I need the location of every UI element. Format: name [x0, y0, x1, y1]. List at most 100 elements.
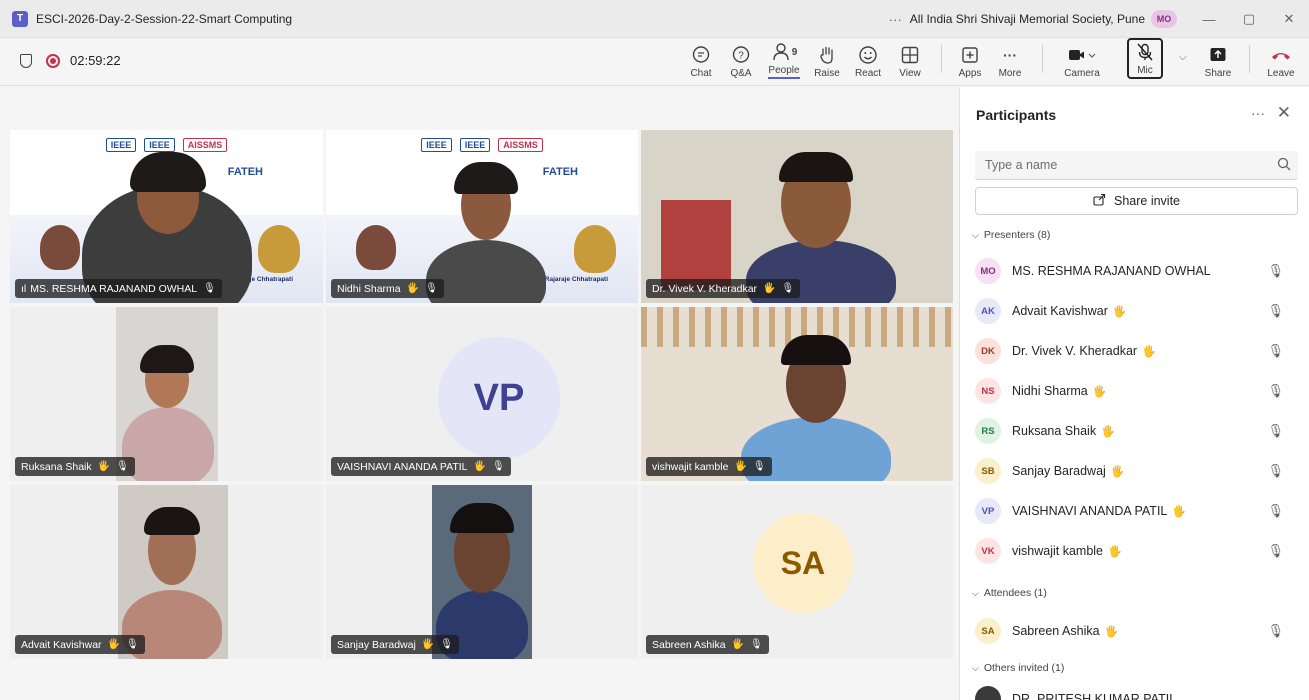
participant-row[interactable]: MO MS. RESHMA RAJANAND OWHAL 🎙	[960, 253, 1309, 289]
share-invite-button[interactable]: Share invite	[975, 187, 1298, 215]
presenters-group-label: Presenters (8)	[983, 229, 1051, 241]
view-icon	[900, 43, 920, 67]
title-bar-right: ··· All India Shri Shivaji Memorial Soci…	[889, 0, 1309, 38]
participant-name: MS. RESHMA RAJANAND OWHAL	[1012, 264, 1211, 278]
participant-row[interactable]: RS Ruksana Shaik 🖐 🎙	[960, 413, 1309, 449]
speaker-right-caption: Rajaraje Chhatrapati	[544, 276, 608, 283]
org-more-icon[interactable]: ···	[889, 12, 902, 27]
avatar: SA	[975, 618, 1001, 644]
participant-name-text: MS. RESHMA RAJANAND OWHAL	[1012, 264, 1211, 278]
tile-name-label: vishwajit kamble 🖐 🎙	[646, 457, 772, 476]
recording-icon	[46, 54, 60, 68]
view-button[interactable]: View	[890, 43, 930, 79]
video-tile[interactable]: SA Sabreen Ashika 🖐 🎙	[641, 485, 953, 659]
video-tile[interactable]: Ruksana Shaik 🖐 🎙	[10, 307, 323, 481]
participant-row[interactable]: SA Sabreen Ashika 🖐 🎙	[960, 613, 1309, 649]
tile-name: VAISHNAVI ANANDA PATIL	[337, 460, 468, 473]
participant-name-text: Sanjay Baradwaj	[1012, 464, 1106, 478]
presenters-group-header[interactable]: ⌵ Presenters (8)	[972, 229, 1050, 241]
search-icon[interactable]	[1277, 157, 1291, 174]
leave-icon	[1270, 43, 1292, 67]
others-invited-group-label: Others invited (1)	[983, 662, 1065, 674]
participant-name: Sanjay Baradwaj 🖐	[1012, 464, 1125, 478]
minimize-button[interactable]: —	[1189, 12, 1229, 27]
participant-name: Advait Kavishwar 🖐	[1012, 304, 1127, 318]
panel-more-icon[interactable]: ···	[1251, 105, 1265, 121]
tile-name-label: Nidhi Sharma 🖐 🎙	[331, 279, 444, 298]
others-invited-group-header[interactable]: ⌵ Others invited (1)	[972, 662, 1064, 674]
video-tile[interactable]: Advait Kavishwar 🖐 🎙	[10, 485, 323, 659]
attendees-group-label: Attendees (1)	[983, 587, 1047, 599]
react-icon	[858, 43, 878, 67]
participants-title: Participants	[976, 107, 1057, 123]
shield-icon	[20, 54, 32, 68]
raise-hand-button[interactable]: Raise	[808, 43, 846, 79]
restore-button[interactable]: ▢	[1229, 11, 1269, 27]
video-tile[interactable]: Dr. Vivek V. Kheradkar 🖐 🎙	[641, 130, 953, 303]
tile-name-label: Sabreen Ashika 🖐 🎙	[646, 635, 769, 654]
svg-text:?: ?	[738, 51, 744, 62]
chat-button[interactable]: Chat	[682, 43, 720, 79]
video-tile[interactable]: vishwajit kamble 🖐 🎙	[641, 307, 953, 481]
video-tile[interactable]: Sanjay Baradwaj 🖐 🎙	[326, 485, 638, 659]
toolbar-buttons: Chat ? Q&A 9 People Raise React View App…	[681, 38, 1309, 86]
panel-close-icon[interactable]: ✕	[1277, 103, 1291, 123]
raise-hand-icon: 🖐	[1112, 306, 1127, 318]
participant-row[interactable]: VP VAISHNAVI ANANDA PATIL 🖐 🎙	[960, 493, 1309, 529]
participant-name: Nidhi Sharma 🖐	[1012, 384, 1106, 398]
tile-name: Nidhi Sharma	[337, 282, 401, 295]
participant-row[interactable]: NS Nidhi Sharma 🖐 🎙	[960, 373, 1309, 409]
leave-button[interactable]: Leave	[1261, 43, 1301, 79]
mic-off-icon: 🎙	[1267, 463, 1284, 478]
qa-button[interactable]: ? Q&A	[722, 43, 760, 79]
speaker-photo-right	[258, 225, 300, 273]
mic-off-icon: 🎙	[1267, 303, 1284, 318]
people-button[interactable]: 9 People	[762, 40, 806, 79]
mic-off-icon: 🎙	[1267, 423, 1284, 438]
more-button[interactable]: ··· More	[989, 43, 1031, 79]
apps-icon	[960, 43, 980, 67]
mic-options-chevron-icon[interactable]: ⌵	[1179, 52, 1197, 63]
mic-off-icon: 🎙	[1267, 543, 1284, 558]
react-button[interactable]: React	[848, 43, 888, 79]
tile-name: Sabreen Ashika	[652, 638, 726, 651]
mic-off-icon: 🎙	[440, 639, 453, 650]
org-name[interactable]: All India Shri Shivaji Memorial Society,…	[910, 12, 1145, 26]
close-window-button[interactable]: ✕	[1269, 11, 1309, 27]
toolbar-divider	[941, 45, 942, 73]
avatar: DK	[975, 338, 1001, 364]
attendees-group-header[interactable]: ⌵ Attendees (1)	[972, 587, 1047, 599]
participant-name-text: VAISHNAVI ANANDA PATIL	[1012, 504, 1168, 518]
participant-row[interactable]: DK Dr. Vivek V. Kheradkar 🖐 🎙	[960, 333, 1309, 369]
raise-hand-icon: 🖐	[1108, 546, 1122, 558]
mic-button[interactable]: Mic	[1112, 38, 1178, 79]
leave-label: Leave	[1267, 68, 1295, 79]
raise-label: Raise	[814, 68, 840, 79]
participant-row[interactable]: SB Sanjay Baradwaj 🖐 🎙	[960, 453, 1309, 489]
people-count: 9	[791, 46, 798, 58]
video-tile[interactable]: VP VAISHNAVI ANANDA PATIL 🖐 🎙	[326, 307, 638, 481]
chat-label: Chat	[690, 68, 712, 79]
mic-off-icon	[1135, 40, 1155, 64]
participant-search-input[interactable]	[975, 151, 1298, 180]
teams-logo-icon: T	[12, 10, 28, 27]
participant-name-text: DR. PRITESH KUMAR PATIL	[1012, 692, 1177, 700]
raise-hand-icon: 🖐	[473, 461, 486, 472]
share-button[interactable]: Share	[1198, 43, 1238, 79]
video-tile[interactable]: IEEE IEEE AISSMS FATEH Rajaraje Chhatrap…	[10, 130, 323, 303]
video-tile[interactable]: IEEE IEEE AISSMS FATEH Rajaraje Chhatrap…	[326, 130, 638, 303]
participant-hair	[781, 335, 851, 365]
participant-row[interactable]: DR. PRITESH KUMAR PATIL	[960, 681, 1309, 700]
participant-body	[122, 407, 214, 481]
avatar	[975, 686, 1001, 700]
account-avatar[interactable]: MO	[1151, 10, 1177, 28]
camera-button[interactable]: Camera	[1054, 43, 1110, 79]
participant-name: Ruksana Shaik 🖐	[1012, 424, 1115, 438]
toolbar-divider	[1042, 45, 1043, 73]
participant-row[interactable]: VK vishwajit kamble 🖐 🎙	[960, 533, 1309, 569]
apps-button[interactable]: Apps	[953, 43, 987, 79]
participant-row[interactable]: AK Advait Kavishwar 🖐 🎙	[960, 293, 1309, 329]
raise-hand-icon: 🖐	[734, 461, 747, 472]
avatar: SB	[975, 458, 1001, 484]
raise-hand-icon	[817, 43, 837, 67]
